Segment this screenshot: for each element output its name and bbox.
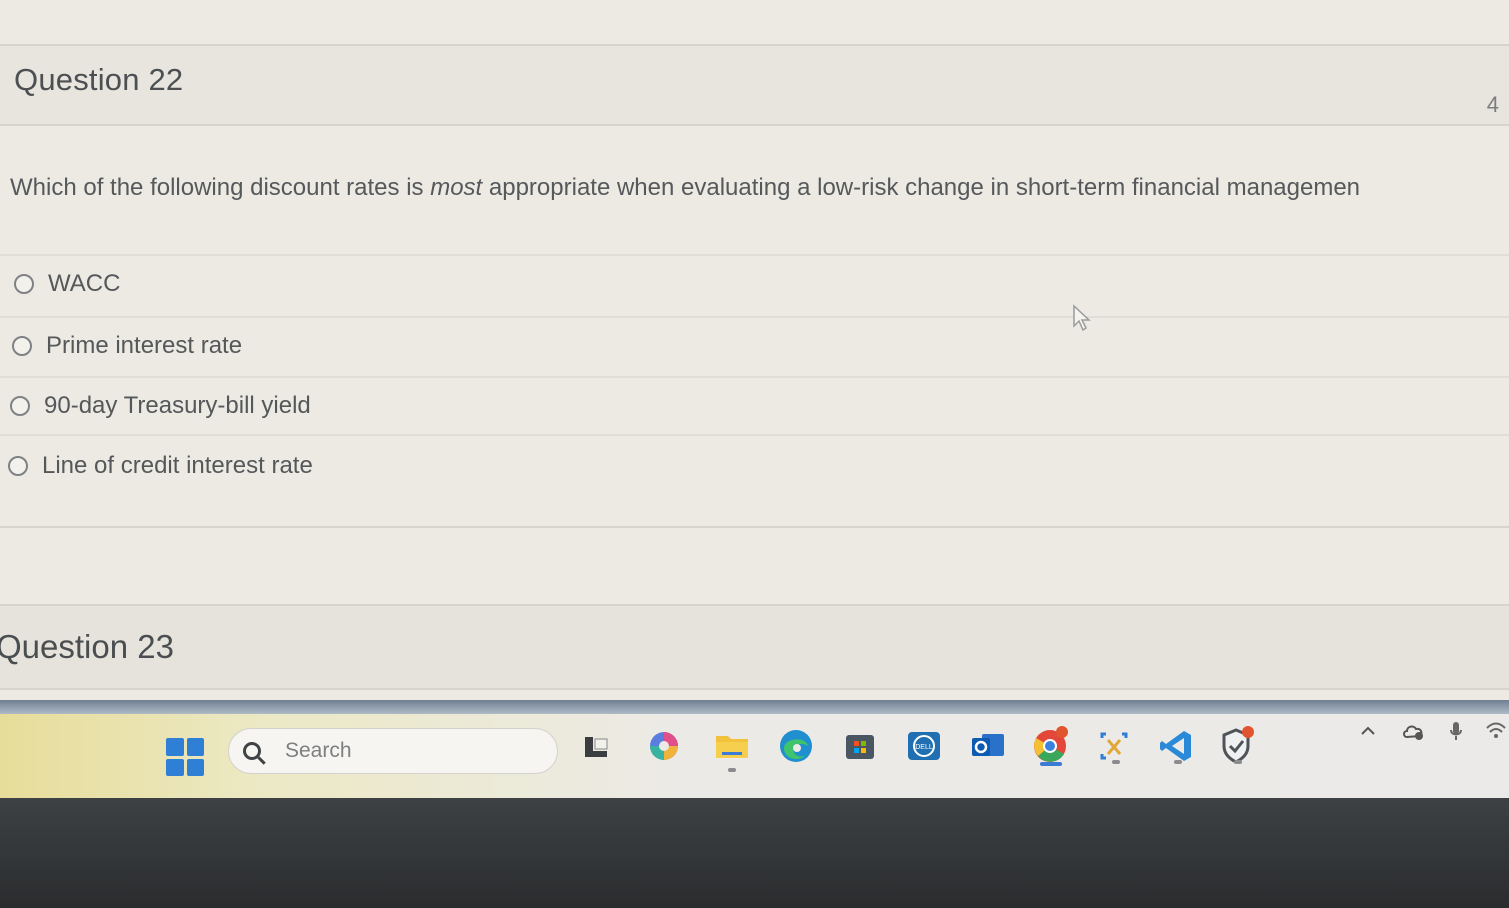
cloud-sync-icon[interactable] [1398,716,1428,746]
radio-button-icon[interactable] [14,274,34,294]
divider [0,688,1509,690]
answer-option-wacc[interactable]: WACC [14,264,714,304]
taskbar-search[interactable] [228,728,558,774]
dell-icon[interactable]: DELL [902,724,946,768]
divider [0,376,1509,378]
running-indicator [1234,760,1242,764]
radio-button-icon[interactable] [10,396,30,416]
question-text-emphasis: most [430,174,483,201]
answer-option-prime-rate[interactable]: Prime interest rate [12,326,712,366]
active-app-indicator [1040,762,1062,766]
windows-logo-icon [186,738,204,756]
wifi-icon[interactable] [1484,716,1508,746]
divider [0,254,1509,256]
divider [0,434,1509,436]
running-indicator [1112,760,1120,764]
answer-label: Line of credit interest rate [42,452,313,479]
copilot-icon[interactable] [642,724,686,768]
start-button[interactable] [166,738,204,776]
radio-button-icon[interactable] [8,456,28,476]
outlook-icon[interactable] [966,724,1010,768]
question-text-after: appropriate when evaluating a low-risk c… [482,174,1361,201]
laptop-bezel [0,798,1509,908]
microphone-icon[interactable] [1444,716,1468,746]
question-text: Which of the following discount rates is… [10,174,1509,202]
microsoft-store-icon[interactable] [838,724,882,768]
svg-text:DELL: DELL [915,744,933,751]
quiz-page: Question 22 4 Which of the following dis… [0,0,1509,700]
divider [0,124,1509,126]
question-title: Question 22 [14,62,184,97]
running-indicator [1174,760,1182,764]
next-question-title: Question 23 [0,628,174,665]
answer-label: WACC [48,270,121,297]
windows-logo-icon [166,758,184,776]
search-input[interactable] [283,738,527,764]
search-icon [243,742,261,760]
chevron-up-icon[interactable] [1356,716,1380,746]
divider [0,526,1509,528]
taskbar [0,714,1509,798]
radio-button-icon[interactable] [12,336,32,356]
answer-option-line-of-credit[interactable]: Line of credit interest rate [8,446,708,486]
question-text-before: Which of the following discount rates is [10,174,431,201]
mouse-pointer-icon [1073,304,1091,332]
folder-icon[interactable] [710,724,754,768]
question-header [0,46,1509,124]
edge-icon[interactable] [774,724,818,768]
divider [0,316,1509,318]
next-question-header [0,606,1509,690]
file-explorer-icon[interactable] [574,724,618,768]
windows-logo-icon [166,738,184,756]
running-indicator [728,768,736,772]
question-points: 4 [1486,92,1499,117]
answer-label: 90-day Treasury-bill yield [44,392,311,419]
windows-logo-icon [186,758,204,776]
answer-option-tbill-yield[interactable]: 90-day Treasury-bill yield [10,386,710,426]
answer-label: Prime interest rate [46,332,243,359]
